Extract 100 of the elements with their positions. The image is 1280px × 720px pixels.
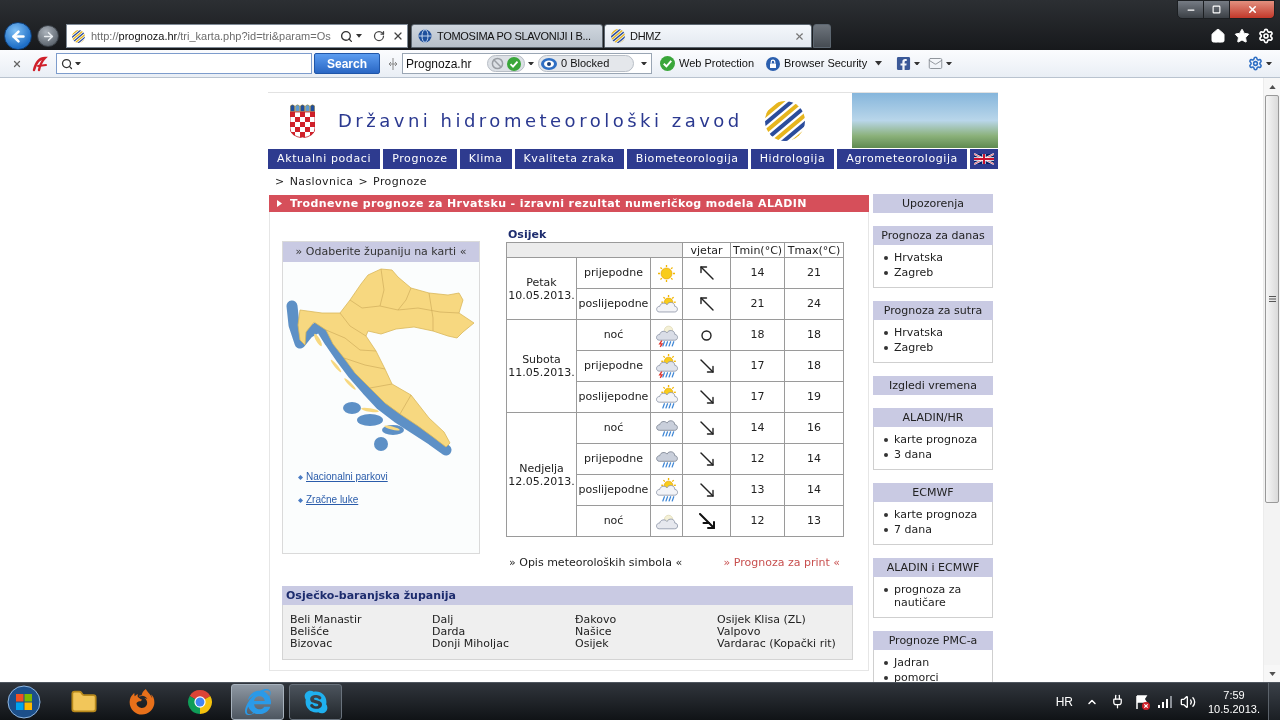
plug-icon[interactable] <box>1110 694 1125 709</box>
sidebar-header[interactable]: ALADIN/HR <box>873 408 993 427</box>
sidebar-link[interactable]: Zagreb <box>894 341 934 354</box>
stop-icon[interactable] <box>392 30 404 42</box>
clock-button[interactable]: 7:59 10.5.2013. <box>1208 687 1260 716</box>
sidebar-header[interactable]: Prognoza za danas <box>873 226 993 245</box>
coat-of-arms-icon <box>290 103 315 138</box>
place-link[interactable]: Osijek <box>575 638 609 650</box>
back-button[interactable] <box>4 22 32 50</box>
table-cell: 16 <box>784 412 844 444</box>
caret-icon[interactable] <box>356 34 362 38</box>
caret-icon[interactable] <box>75 61 81 66</box>
sidebar-link[interactable]: 7 dana <box>894 523 932 536</box>
resize-grip-icon[interactable] <box>388 56 398 71</box>
browser-security-button[interactable]: Browser Security <box>766 55 883 72</box>
place-link[interactable]: Osijek Klisa (ZL) <box>717 614 806 626</box>
scrollbar-thumb[interactable] <box>1265 95 1279 503</box>
caret-icon[interactable] <box>875 61 883 66</box>
sidebar-link[interactable]: Zagreb <box>894 266 934 279</box>
taskbar-button[interactable] <box>231 683 284 720</box>
striped-ball-icon <box>611 29 625 43</box>
sidebar-link[interactable]: Hrvatska <box>894 326 943 339</box>
nav-item[interactable]: Prognoze <box>383 149 457 169</box>
home-icon[interactable] <box>1210 28 1226 44</box>
breadcrumb-link[interactable]: Prognoze <box>373 173 427 191</box>
start-orb-icon[interactable] <box>7 684 41 719</box>
caret-icon[interactable] <box>914 61 921 66</box>
browser-tab[interactable]: DHMZ <box>604 24 812 48</box>
forward-button[interactable] <box>37 25 59 47</box>
sidebar-header[interactable]: ECMWF <box>873 483 993 502</box>
map-link[interactable]: Zračne luke <box>306 494 359 506</box>
map-link[interactable]: Nacionalni parkovi <box>306 471 388 483</box>
flag-icon[interactable] <box>1134 693 1150 710</box>
bullet-icon <box>884 271 888 275</box>
place-link[interactable]: Donji Miholjac <box>432 638 509 650</box>
address-field[interactable]: http://prognoza.hr/tri_karta.php?id=tri&param=Os <box>66 24 408 48</box>
browser-tab[interactable]: TOMOSIMA PO SLAVONIJI I B... <box>411 24 603 48</box>
breadcrumb-link[interactable]: Naslovnica <box>289 173 354 191</box>
blocked-button[interactable]: 0 Blocked <box>538 55 634 72</box>
caret-icon[interactable] <box>528 61 534 66</box>
rain-cloud-icon <box>654 449 679 469</box>
search-icon[interactable] <box>340 29 353 43</box>
place-link[interactable]: Dalj <box>432 614 454 626</box>
symbols-link[interactable]: » Opis meteoroloških simbola « <box>509 556 683 570</box>
gear-icon[interactable] <box>1248 56 1263 71</box>
sidebar-header[interactable]: ALADIN i ECMWF <box>873 558 993 577</box>
arrow-down-right-icon <box>699 359 714 373</box>
sidebar-link[interactable]: karte prognoza <box>894 433 978 446</box>
arrow-up-left-icon <box>699 297 714 311</box>
site-select-field[interactable]: Prognoza.hr 0 Blocked <box>402 53 652 74</box>
day-cell: Subota 11.05.2013. <box>506 319 577 413</box>
maximize-button[interactable] <box>1204 0 1230 19</box>
close-icon[interactable] <box>12 58 22 69</box>
search-field[interactable] <box>56 53 312 74</box>
place-link[interactable]: Beli Manastir <box>290 614 362 626</box>
close-icon <box>1246 4 1258 15</box>
sidebar-header[interactable]: Prognoze PMC-a <box>873 631 993 650</box>
place-link[interactable]: Valpovo <box>717 626 761 638</box>
signal-bars-icon[interactable] <box>1158 695 1172 708</box>
nav-item[interactable]: Hidrologija <box>750 149 835 169</box>
caret-icon[interactable] <box>946 61 953 66</box>
place-link[interactable]: Vardarac (Kopački rit) <box>717 638 836 650</box>
nav-item[interactable]: Biometeorologija <box>626 149 748 169</box>
sidebar-link[interactable]: 3 dana <box>894 448 932 461</box>
place-link[interactable]: Belišće <box>290 626 329 638</box>
sidebar-header[interactable]: Prognoza za sutra <box>873 301 993 320</box>
nav-item[interactable]: Klima <box>459 149 512 169</box>
sidebar-link[interactable]: karte prognoza <box>894 508 978 521</box>
scroll-up-arrow-icon[interactable] <box>1268 84 1276 89</box>
place-link[interactable]: Našice <box>575 626 612 638</box>
nav-item[interactable]: Kvaliteta zraka <box>514 149 624 169</box>
sidebar-link[interactable]: Jadran <box>894 656 930 669</box>
skype-icon <box>302 688 329 715</box>
language-button[interactable]: HR <box>1052 692 1076 711</box>
scroll-down-arrow-icon[interactable] <box>1268 671 1276 676</box>
sidebar-header[interactable]: Upozorenja <box>873 194 993 213</box>
caret-icon[interactable] <box>641 61 647 66</box>
place-link[interactable]: Đakovo <box>575 614 617 626</box>
facebook-icon[interactable] <box>896 56 912 71</box>
place-link[interactable]: Darda <box>432 626 466 638</box>
web-protection-button[interactable]: Web Protection <box>660 55 754 72</box>
nav-item[interactable]: Aktualni podaci <box>268 149 381 169</box>
print-link[interactable]: » Prognoza za print « <box>723 556 840 570</box>
close-button[interactable] <box>1230 0 1275 19</box>
minimize-button[interactable] <box>1177 0 1204 19</box>
caret-icon[interactable] <box>1266 61 1272 66</box>
taskbar-button[interactable] <box>289 683 342 720</box>
place-link[interactable]: Bizovac <box>290 638 333 650</box>
language-link[interactable] <box>970 149 998 169</box>
star-icon[interactable] <box>1234 28 1250 44</box>
sidebar-link[interactable]: prognoza za nautičare <box>894 583 992 609</box>
speaker-icon[interactable] <box>1180 693 1196 710</box>
refresh-icon[interactable] <box>373 30 385 42</box>
search-button[interactable]: Search <box>314 53 380 74</box>
settings-icon[interactable] <box>1258 28 1274 44</box>
sidebar-header[interactable]: Izgledi vremena <box>873 376 993 395</box>
nav-item[interactable]: Agrometeorologija <box>837 149 967 169</box>
close-tab-icon[interactable] <box>794 30 805 42</box>
show-desktop-button[interactable] <box>1268 683 1280 720</box>
sidebar-link[interactable]: Hrvatska <box>894 251 943 264</box>
